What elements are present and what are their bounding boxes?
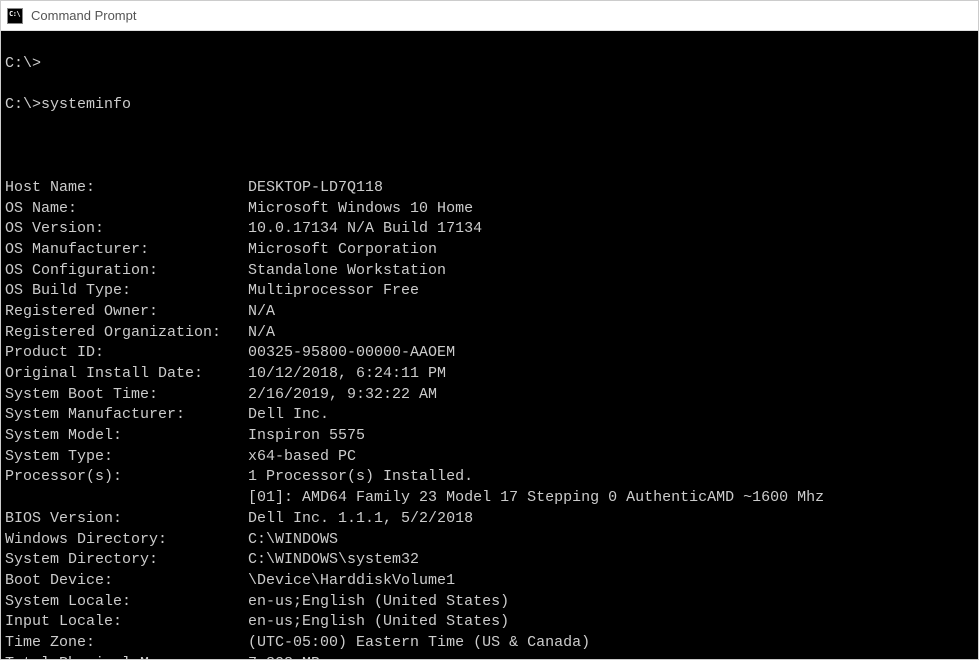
info-value: en-us;English (United States)	[248, 593, 509, 610]
blank-line	[5, 136, 974, 157]
info-value: DESKTOP-LD7Q118	[248, 179, 383, 196]
info-row: OS Manufacturer:Microsoft Corporation	[5, 240, 974, 261]
cmd-icon: C:\	[7, 8, 23, 24]
info-row: Product ID:00325-95800-00000-AAOEM	[5, 343, 974, 364]
info-label: Registered Organization:	[5, 323, 248, 344]
info-label: OS Manufacturer:	[5, 240, 248, 261]
info-label: Total Physical Memory:	[5, 654, 248, 659]
info-value: 1 Processor(s) Installed.	[248, 468, 473, 485]
info-label: Product ID:	[5, 343, 248, 364]
command-prompt-window: C:\ Command Prompt C:\> C:\>systeminfo H…	[0, 0, 979, 660]
info-row: Time Zone:(UTC-05:00) Eastern Time (US &…	[5, 633, 974, 654]
info-value: (UTC-05:00) Eastern Time (US & Canada)	[248, 634, 590, 651]
cmd-icon-text: C:\	[9, 10, 20, 18]
info-label: Processor(s):	[5, 467, 248, 488]
info-value: 10/12/2018, 6:24:11 PM	[248, 365, 446, 382]
info-label: Boot Device:	[5, 571, 248, 592]
info-value: Microsoft Corporation	[248, 241, 437, 258]
info-label: System Directory:	[5, 550, 248, 571]
info-row: Host Name:DESKTOP-LD7Q118	[5, 178, 974, 199]
info-label: System Model:	[5, 426, 248, 447]
info-label: OS Name:	[5, 199, 248, 220]
info-value: Multiprocessor Free	[248, 282, 419, 299]
info-value: Inspiron 5575	[248, 427, 365, 444]
info-value: en-us;English (United States)	[248, 613, 509, 630]
info-row: OS Configuration:Standalone Workstation	[5, 261, 974, 282]
info-label: Host Name:	[5, 178, 248, 199]
info-label: OS Configuration:	[5, 261, 248, 282]
info-value: N/A	[248, 303, 275, 320]
info-value: Standalone Workstation	[248, 262, 446, 279]
terminal-area[interactable]: C:\> C:\>systeminfo Host Name:DESKTOP-LD…	[1, 31, 978, 659]
info-row: System Directory:C:\WINDOWS\system32	[5, 550, 974, 571]
info-value: N/A	[248, 324, 275, 341]
info-row: Registered Organization:N/A	[5, 323, 974, 344]
info-label: BIOS Version:	[5, 509, 248, 530]
info-value: 10.0.17134 N/A Build 17134	[248, 220, 482, 237]
info-row: System Type:x64-based PC	[5, 447, 974, 468]
info-label: OS Build Type:	[5, 281, 248, 302]
info-row: Original Install Date:10/12/2018, 6:24:1…	[5, 364, 974, 385]
prompt-line-1: C:\>	[5, 54, 974, 75]
info-row: BIOS Version:Dell Inc. 1.1.1, 5/2/2018	[5, 509, 974, 530]
window-title: Command Prompt	[31, 8, 136, 23]
info-value: Microsoft Windows 10 Home	[248, 200, 473, 217]
info-label: Time Zone:	[5, 633, 248, 654]
info-value: x64-based PC	[248, 448, 356, 465]
info-value: 00325-95800-00000-AAOEM	[248, 344, 455, 361]
info-value: 2/16/2019, 9:32:22 AM	[248, 386, 437, 403]
info-row: Total Physical Memory:7,828 MB	[5, 654, 974, 659]
info-label: System Type:	[5, 447, 248, 468]
info-label: System Locale:	[5, 592, 248, 613]
info-value: Dell Inc.	[248, 406, 329, 423]
info-row: [01]: AMD64 Family 23 Model 17 Stepping …	[5, 488, 974, 509]
info-row: System Manufacturer:Dell Inc.	[5, 405, 974, 426]
info-label: Input Locale:	[5, 612, 248, 633]
info-label: System Manufacturer:	[5, 405, 248, 426]
info-row: Registered Owner:N/A	[5, 302, 974, 323]
info-value: [01]: AMD64 Family 23 Model 17 Stepping …	[248, 489, 824, 506]
info-row: OS Name:Microsoft Windows 10 Home	[5, 199, 974, 220]
info-row: System Boot Time:2/16/2019, 9:32:22 AM	[5, 385, 974, 406]
info-row: System Locale:en-us;English (United Stat…	[5, 592, 974, 613]
info-value: \Device\HarddiskVolume1	[248, 572, 455, 589]
info-label: Registered Owner:	[5, 302, 248, 323]
info-label: System Boot Time:	[5, 385, 248, 406]
prompt-line-2: C:\>systeminfo	[5, 95, 974, 116]
info-label: OS Version:	[5, 219, 248, 240]
info-row: OS Version:10.0.17134 N/A Build 17134	[5, 219, 974, 240]
info-value: 7,828 MB	[248, 655, 320, 659]
info-label: Original Install Date:	[5, 364, 248, 385]
titlebar[interactable]: C:\ Command Prompt	[1, 1, 978, 31]
info-row: OS Build Type:Multiprocessor Free	[5, 281, 974, 302]
info-value: C:\WINDOWS\system32	[248, 551, 419, 568]
info-row: Processor(s):1 Processor(s) Installed.	[5, 467, 974, 488]
info-value: Dell Inc. 1.1.1, 5/2/2018	[248, 510, 473, 527]
systeminfo-output: Host Name:DESKTOP-LD7Q118OS Name:Microso…	[5, 178, 974, 659]
info-value: C:\WINDOWS	[248, 531, 338, 548]
info-label: Windows Directory:	[5, 530, 248, 551]
info-row: Boot Device:\Device\HarddiskVolume1	[5, 571, 974, 592]
info-row: Windows Directory:C:\WINDOWS	[5, 530, 974, 551]
info-row: Input Locale:en-us;English (United State…	[5, 612, 974, 633]
info-row: System Model:Inspiron 5575	[5, 426, 974, 447]
